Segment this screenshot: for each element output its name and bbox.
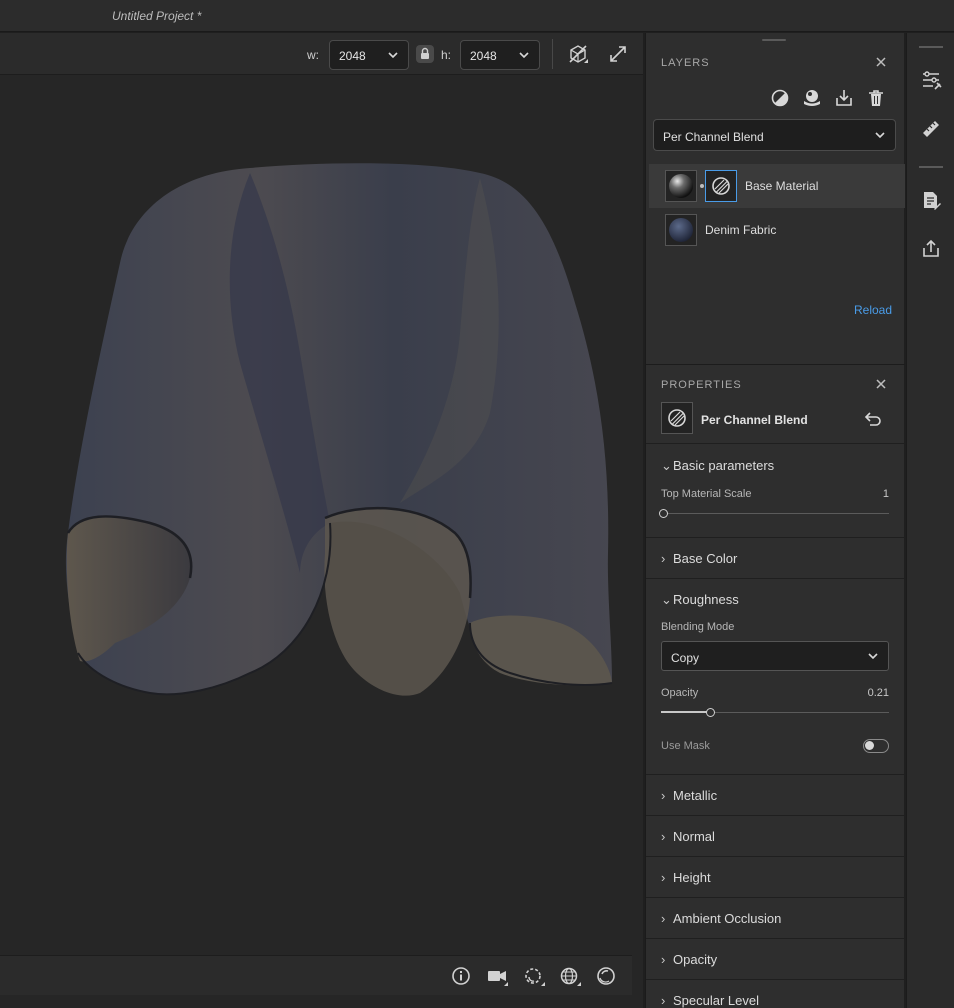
- layers-title: LAYERS: [661, 57, 710, 69]
- viewport-bottom-bar: [0, 955, 632, 995]
- top-material-scale-track[interactable]: [661, 513, 889, 514]
- base-material-thumbnail: [665, 170, 697, 202]
- denim-fabric-thumbnail: [665, 214, 697, 246]
- add-mask-icon[interactable]: [770, 88, 790, 108]
- group-header[interactable]: › Normal: [661, 829, 715, 844]
- width-label: w:: [307, 48, 319, 62]
- group-header[interactable]: › Specular Level: [661, 993, 759, 1008]
- layer-name: Base Material: [745, 179, 819, 193]
- title-bar: Untitled Project *: [0, 0, 954, 32]
- info-icon[interactable]: [450, 965, 472, 987]
- layer-name: Denim Fabric: [705, 223, 777, 237]
- height-label: h:: [441, 48, 452, 62]
- viewport-3d[interactable]: w: 2048 h: 2048: [0, 33, 643, 1008]
- panel-resize-grip[interactable]: [762, 39, 786, 41]
- lock-icon[interactable]: [416, 45, 434, 63]
- window-title: Untitled Project *: [112, 9, 202, 23]
- layer-item-denim-fabric[interactable]: Denim Fabric: [649, 208, 905, 252]
- parameters-icon[interactable]: [920, 69, 942, 91]
- group-height[interactable]: › Height: [646, 856, 905, 897]
- notes-icon[interactable]: [920, 189, 942, 211]
- panel-divider: [646, 364, 905, 365]
- blend-node-icon: [661, 402, 693, 434]
- close-layers-icon[interactable]: [875, 56, 887, 68]
- opacity-handle[interactable]: [706, 708, 716, 717]
- layer-blend-select[interactable]: Per Channel Blend: [653, 119, 896, 151]
- chevron-down-icon: [388, 52, 398, 59]
- use-mask-toggle[interactable]: [863, 739, 889, 753]
- layer-item-base-material[interactable]: Base Material: [649, 164, 905, 208]
- blending-mode-select[interactable]: Copy: [661, 641, 889, 671]
- rail-divider: [919, 46, 943, 48]
- group-basic-parameters: ⌄Basic parameters Top Material Scale 1: [646, 443, 905, 537]
- group-header[interactable]: › Base Color: [661, 551, 737, 566]
- group-header[interactable]: ⌄Basic parameters: [661, 458, 774, 474]
- link-dot: [700, 184, 704, 188]
- group-opacity[interactable]: › Opacity: [646, 938, 905, 979]
- opacity-fill: [661, 711, 709, 713]
- reload-link[interactable]: Reload: [854, 303, 892, 317]
- material-preview-icon[interactable]: [595, 965, 617, 987]
- blend-node-thumbnail[interactable]: [705, 170, 737, 202]
- opacity-value[interactable]: 0.21: [868, 687, 889, 699]
- add-material-icon[interactable]: [802, 88, 822, 108]
- node-name: Per Channel Blend: [701, 413, 808, 427]
- group-roughness: ⌄Roughness Blending Mode Copy Opacity 0.…: [646, 578, 905, 774]
- material-preview-cloth: [65, 163, 613, 696]
- group-header[interactable]: › Ambient Occlusion: [661, 911, 781, 926]
- trash-icon[interactable]: [866, 88, 886, 108]
- group-header[interactable]: › Opacity: [661, 952, 717, 967]
- top-material-scale-handle[interactable]: [658, 509, 668, 518]
- blending-mode-value: Copy: [671, 651, 700, 665]
- chevron-down-icon: [868, 653, 878, 660]
- toolbar-divider: [552, 39, 553, 69]
- top-material-scale-label: Top Material Scale: [661, 488, 752, 500]
- rail-divider: [919, 166, 943, 168]
- side-panel: LAYERS Per Channel Blend Base Material D…: [645, 33, 905, 1008]
- opacity-label: Opacity: [661, 687, 699, 699]
- environment-icon[interactable]: [559, 965, 581, 987]
- group-base-color[interactable]: › Base Color: [646, 537, 905, 578]
- use-mask-label: Use Mask: [661, 740, 710, 752]
- close-properties-icon[interactable]: [875, 378, 887, 390]
- group-header[interactable]: › Metallic: [661, 788, 717, 803]
- group-specular-level[interactable]: › Specular Level: [646, 979, 905, 1008]
- toggle-knob: [865, 741, 874, 750]
- fullscreen-icon[interactable]: [607, 43, 629, 65]
- blending-mode-label: Blending Mode: [661, 621, 735, 633]
- group-normal[interactable]: › Normal: [646, 815, 905, 856]
- tile-toggle-icon[interactable]: [567, 43, 589, 65]
- export-icon[interactable]: [920, 238, 942, 260]
- top-material-scale-value[interactable]: 1: [883, 488, 889, 500]
- import-icon[interactable]: [834, 88, 854, 108]
- group-header[interactable]: ⌄Roughness: [661, 592, 739, 608]
- measure-icon[interactable]: [920, 118, 942, 140]
- width-select[interactable]: 2048: [329, 40, 409, 70]
- chevron-down-icon: [519, 52, 529, 59]
- layer-blend-value: Per Channel Blend: [663, 130, 764, 144]
- properties-title: PROPERTIES: [661, 379, 742, 391]
- group-header[interactable]: › Height: [661, 870, 711, 885]
- width-value: 2048: [339, 49, 366, 63]
- chevron-down-icon: [875, 132, 885, 139]
- lighting-icon[interactable]: [523, 965, 545, 987]
- group-metallic[interactable]: › Metallic: [646, 774, 905, 815]
- viewport-toolbar: w: 2048 h: 2048: [0, 33, 643, 75]
- height-select[interactable]: 2048: [460, 40, 540, 70]
- reset-icon[interactable]: [864, 411, 882, 427]
- group-ambient-occlusion[interactable]: › Ambient Occlusion: [646, 897, 905, 938]
- camera-icon[interactable]: [486, 965, 508, 987]
- height-value: 2048: [470, 49, 497, 63]
- right-tool-rail: [906, 33, 954, 1008]
